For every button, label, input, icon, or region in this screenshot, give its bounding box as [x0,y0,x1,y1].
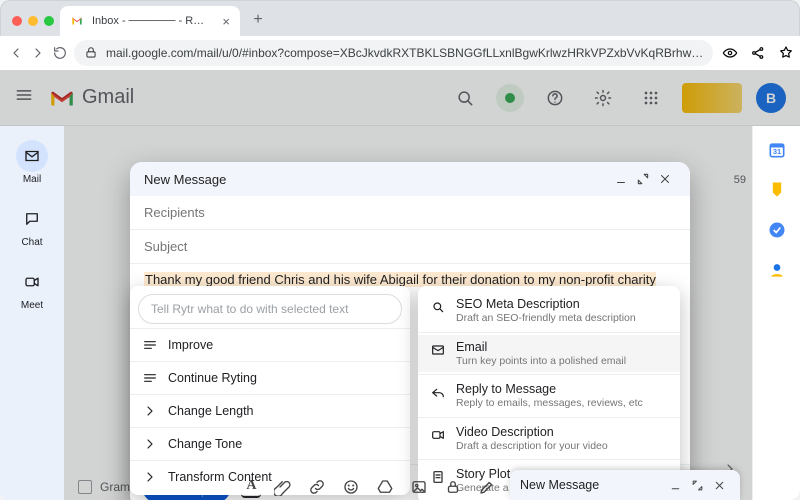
close-window-icon[interactable] [12,16,22,26]
eye-icon[interactable] [719,42,741,64]
assistant-right-panel: SEO Meta DescriptionDraft an SEO-friendl… [418,286,680,500]
assistant-input-placeholder: Tell Rytr what to do with selected text [151,302,348,316]
mini-minimize-icon[interactable] [664,474,686,496]
compose-header[interactable]: New Message [130,162,690,196]
drive-icon[interactable] [373,475,397,499]
rail-item-mail[interactable]: Mail [8,140,56,185]
page-viewport: Gmail B Mail Chat Meet [0,70,800,500]
new-tab-button[interactable]: + [246,8,270,32]
signature-pen-icon[interactable] [475,475,499,499]
reply-icon [430,384,446,400]
account-chip[interactable] [682,83,742,113]
chevron-right-icon [142,436,158,452]
omnibox[interactable]: mail.google.com/mail/u/0/#inbox?compose=… [74,40,713,66]
rail-label-chat: Chat [21,237,42,248]
lines-icon [142,337,158,353]
row-count-label: 59 [734,174,746,186]
mini-popout-icon[interactable] [686,474,708,496]
search-icon[interactable] [448,81,482,115]
tab-strip: Inbox - ────── - R… × + [0,0,800,36]
compose-body[interactable]: Thank my good friend Chris and his wife … [130,264,690,464]
emoji-icon[interactable] [339,475,363,499]
gmail-logo[interactable]: Gmail [48,86,134,109]
search-icon [430,299,446,315]
assist-item-change-length[interactable]: Change Length [130,397,410,425]
assistant-left-panel: Tell Rytr what to do with selected text … [130,286,410,495]
rail-item-chat[interactable]: Chat [8,203,56,248]
back-button[interactable] [8,41,24,65]
gmail-header: Gmail B [0,70,800,126]
tasks-addon-icon[interactable] [767,220,787,240]
recipients-field[interactable]: Recipients [130,196,690,230]
tab-title: Inbox - ────── - R… [92,15,204,27]
assist-template-email[interactable]: EmailTurn key points into a polished ema… [418,335,680,373]
checkbox-icon[interactable] [78,480,92,494]
status-presence-icon[interactable] [496,84,524,112]
format-text-icon[interactable]: A [241,476,261,498]
mini-compose-title: New Message [520,478,599,492]
reload-button[interactable] [52,41,68,65]
window-controls [8,16,60,36]
image-icon[interactable] [407,475,431,499]
assist-item-transform[interactable]: Transform Content [130,463,410,491]
help-icon[interactable] [538,81,572,115]
rail-label-meet: Meet [21,300,43,311]
share-icon[interactable] [747,42,769,64]
tab-close-icon[interactable]: × [222,14,230,29]
browser-tab[interactable]: Inbox - ────── - R… × [60,6,240,36]
assist-template-video[interactable]: Video DescriptionDraft a description for… [418,420,680,458]
confidential-lock-icon[interactable] [441,475,465,499]
address-bar: mail.google.com/mail/u/0/#inbox?compose=… [0,36,800,70]
lines-icon [142,370,158,386]
forward-button[interactable] [30,41,46,65]
svg-text:31: 31 [772,147,780,156]
subject-placeholder: Subject [144,239,187,254]
main-menu-icon[interactable] [14,85,34,110]
assist-template-seo[interactable]: SEO Meta DescriptionDraft an SEO-friendl… [418,292,680,330]
assist-item-continue[interactable]: Continue Ryting [130,364,410,392]
subject-field[interactable]: Subject [130,230,690,264]
rail-item-meet[interactable]: Meet [8,266,56,311]
bookmark-star-icon[interactable] [775,42,797,64]
left-rail: Mail Chat Meet [0,126,64,500]
minimize-icon[interactable] [610,168,632,190]
browser-window: Inbox - ────── - R… × + mail.google.com/… [0,0,800,500]
apps-grid-icon[interactable] [634,81,668,115]
settings-gear-icon[interactable] [586,81,620,115]
rail-label-mail: Mail [23,174,41,185]
compose-title: New Message [144,172,226,187]
right-rail: 31 [752,126,800,500]
video-icon [430,427,446,443]
recipients-placeholder: Recipients [144,205,205,220]
account-avatar[interactable]: B [756,83,786,113]
link-icon[interactable] [305,475,329,499]
fullscreen-window-icon[interactable] [44,16,54,26]
attach-icon[interactable] [271,475,295,499]
chevron-right-icon [142,469,158,485]
close-icon[interactable] [654,168,676,190]
toolbar-extensions: B [719,42,800,64]
site-info-icon [84,46,98,60]
gmail-wordmark: Gmail [82,86,134,109]
mini-close-icon[interactable] [708,474,730,496]
calendar-addon-icon[interactable]: 31 [767,140,787,160]
contacts-addon-icon[interactable] [767,260,787,280]
minimize-window-icon[interactable] [28,16,38,26]
url-text: mail.google.com/mail/u/0/#inbox?compose=… [106,46,703,60]
keep-addon-icon[interactable] [767,180,787,200]
mail-icon [430,342,446,358]
assist-template-reply[interactable]: Reply to MessageReply to emails, message… [418,377,680,415]
gmail-favicon-icon [70,14,84,28]
assist-item-change-tone[interactable]: Change Tone [130,430,410,458]
assistant-panels: Tell Rytr what to do with selected text … [130,286,730,500]
compose-window: New Message Recipients Subject Thank my … [130,162,690,500]
assistant-command-input[interactable]: Tell Rytr what to do with selected text [138,294,402,324]
minimized-compose[interactable]: New Message [510,470,740,500]
chevron-right-icon [142,403,158,419]
popin-icon[interactable] [632,168,654,190]
assist-item-improve[interactable]: Improve [130,331,410,359]
